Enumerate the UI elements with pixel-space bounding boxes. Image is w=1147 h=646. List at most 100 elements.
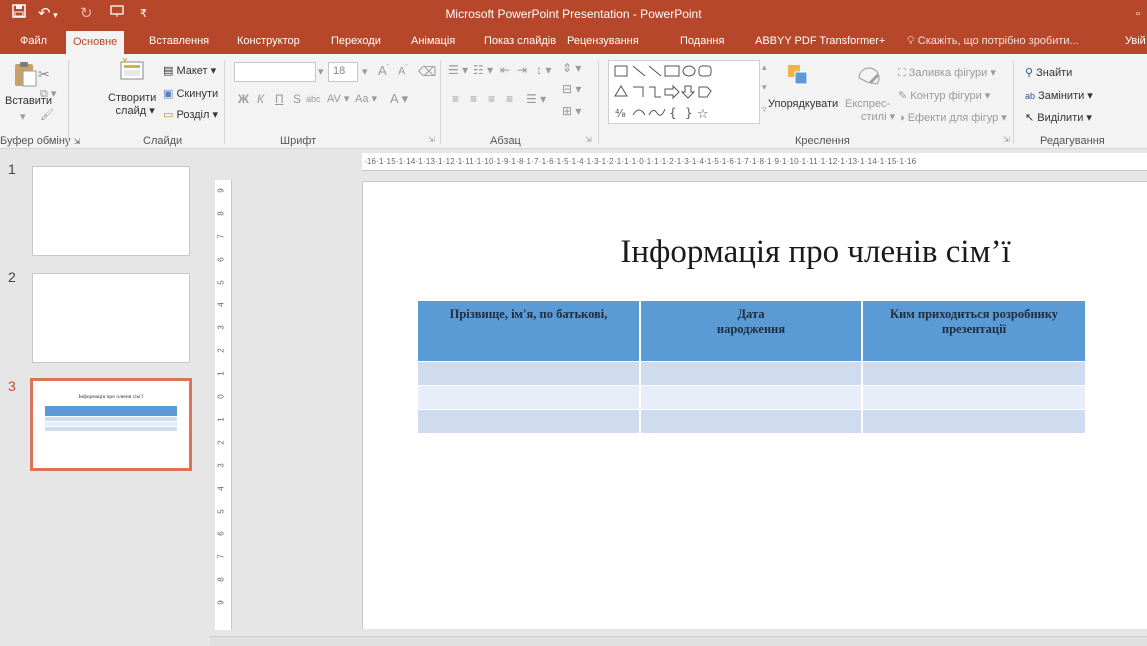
slide-thumbnail-1[interactable]: [32, 166, 190, 256]
align-right-icon[interactable]: ≡: [488, 92, 495, 106]
align-center-icon[interactable]: ≡: [470, 92, 477, 106]
arrange-icon[interactable]: [785, 62, 811, 90]
columns-icon[interactable]: ☰ ▾: [526, 92, 546, 106]
table-row: [418, 384, 1085, 409]
vertical-ruler-number: 6: [216, 256, 226, 262]
horizontal-ruler: ·16·1·15·1·14·1·13·1·12·1·11·1·10·1·9·1·…: [362, 153, 1147, 171]
table-cell[interactable]: [418, 408, 641, 433]
svg-text:☆: ☆: [697, 107, 709, 122]
tab-home[interactable]: Основне: [66, 31, 125, 54]
shapes-more-icon[interactable]: ▿: [762, 104, 767, 115]
numbering-icon[interactable]: ☷ ▾: [473, 63, 493, 77]
shape-outline-label: Контур фігури: [910, 90, 982, 102]
tab-abbyy[interactable]: ABBYY PDF Transformer+: [755, 29, 885, 54]
font-dialog-launcher-icon[interactable]: ⇲: [428, 135, 435, 144]
italic-button[interactable]: К: [257, 92, 264, 106]
cut-icon[interactable]: ✂: [38, 66, 50, 83]
table-cell[interactable]: [862, 360, 1085, 385]
font-name-dropdown-icon[interactable]: ▾: [318, 65, 324, 78]
tab-animations[interactable]: Анімація: [411, 29, 455, 54]
font-size-combo[interactable]: 18: [328, 62, 358, 82]
clear-formatting-icon[interactable]: ⌫: [418, 64, 436, 80]
tab-insert[interactable]: Вставлення: [149, 29, 209, 54]
table-cell[interactable]: [862, 408, 1085, 433]
table-cell[interactable]: [418, 360, 641, 385]
paste-dropdown-icon[interactable]: ▾: [20, 110, 26, 123]
decrease-indent-icon[interactable]: ⇤: [500, 63, 510, 77]
table-cell[interactable]: [640, 384, 863, 409]
vertical-ruler-number: 8: [216, 577, 226, 582]
table-cell[interactable]: [640, 360, 863, 385]
tab-design[interactable]: Конструктор: [237, 29, 300, 54]
justify-icon[interactable]: ≡: [506, 92, 513, 106]
smartart-icon[interactable]: ⊞ ▾: [562, 104, 581, 118]
find-button[interactable]: ⚲ Знайти: [1025, 66, 1072, 79]
paste-icon[interactable]: [12, 60, 38, 88]
sign-in-link[interactable]: Увій: [1125, 29, 1146, 54]
format-painter-icon[interactable]: 🖌︎: [40, 108, 54, 121]
line-spacing-icon[interactable]: ↕ ▾: [536, 63, 551, 77]
table-header-cell[interactable]: Дата народження: [640, 301, 863, 361]
section-button[interactable]: ▭ Розділ ▾: [163, 108, 218, 121]
copy-icon[interactable]: ⧉ ▾: [40, 87, 56, 101]
slide-title[interactable]: Інформація про членів сім’ї: [483, 234, 1147, 271]
align-left-icon[interactable]: ≡: [452, 92, 459, 106]
shapes-scroll-up-icon[interactable]: ▴: [762, 62, 767, 73]
new-slide-button[interactable]: Створити слайд ▾: [108, 92, 156, 117]
tab-transitions[interactable]: Переходи: [331, 29, 381, 54]
select-button[interactable]: ↖ Виділити ▾: [1025, 111, 1092, 124]
slide-thumbnail-2[interactable]: [32, 273, 190, 363]
slide-thumbnail-3[interactable]: Інформація про членів сім’ї: [30, 378, 192, 471]
table-header-row: Прізвище, ім'я, по батькові, Дата народж…: [418, 301, 1085, 361]
tab-review[interactable]: Рецензування: [567, 29, 639, 54]
layout-button[interactable]: ▤ Макет ▾: [163, 64, 216, 77]
svg-text:}: }: [685, 106, 693, 120]
drawing-dialog-launcher-icon[interactable]: ⇲: [1003, 135, 1010, 144]
tab-view[interactable]: Подання: [680, 29, 724, 54]
vertical-ruler-number: 3: [216, 463, 226, 468]
tell-me-box[interactable]: 💡︎ Скажіть, що потрібно зробити...: [907, 29, 1079, 54]
decrease-font-icon[interactable]: Aˇ: [398, 65, 408, 78]
window-title: Microsoft PowerPoint Presentation - Powe…: [445, 7, 702, 21]
underline-button[interactable]: П: [275, 92, 284, 106]
strikethrough-button[interactable]: S: [293, 92, 301, 106]
shapes-gallery[interactable]: ⁴⁄₈ { } ☆: [608, 60, 760, 124]
text-shadow-icon[interactable]: abc: [306, 94, 321, 104]
slide-canvas[interactable]: Інформація про членів сім’ї Прізвище, ім…: [362, 181, 1147, 629]
arrange-label[interactable]: Упорядкувати: [768, 98, 838, 110]
table-cell[interactable]: [862, 384, 1085, 409]
quick-styles-icon[interactable]: [855, 64, 881, 92]
layout-label: Макет: [176, 65, 208, 77]
group-slides-label: Слайди: [143, 135, 183, 147]
table-cell[interactable]: [418, 384, 641, 409]
ribbon-display-icon[interactable]: ▫: [1136, 4, 1140, 24]
reset-button[interactable]: ▣ Скинути: [163, 87, 218, 100]
text-direction-icon[interactable]: ⇕ ▾: [562, 61, 581, 75]
increase-indent-icon[interactable]: ⇥: [517, 63, 527, 77]
paragraph-dialog-launcher-icon[interactable]: ⇲: [585, 135, 592, 144]
table-cell[interactable]: [640, 408, 863, 433]
new-slide-icon[interactable]: [119, 56, 145, 84]
tab-slideshow[interactable]: Показ слайдів: [484, 29, 556, 54]
quick-styles-button[interactable]: Експрес- стилі ▾: [845, 98, 895, 124]
effects-icon: ◑: [898, 112, 905, 124]
character-spacing-icon[interactable]: AV ▾: [327, 92, 349, 105]
shape-outline-button[interactable]: ✎ Контур фігури ▾: [898, 89, 990, 102]
shape-effects-button[interactable]: ◑ Ефекти для фігур ▾: [898, 111, 1007, 124]
shape-fill-button[interactable]: ⛶ Заливка фігури ▾: [898, 66, 996, 80]
change-case-icon[interactable]: Aa ▾: [355, 92, 377, 105]
font-name-combo[interactable]: [234, 62, 316, 82]
data-table[interactable]: Прізвище, ім'я, по батькові, Дата народж…: [418, 301, 1085, 433]
table-header-cell[interactable]: Ким приходиться розробнику презентації: [862, 301, 1085, 361]
font-size-dropdown-icon[interactable]: ▾: [362, 65, 368, 78]
shapes-scroll-down-icon[interactable]: ▾: [762, 82, 767, 93]
section-icon: ▭: [163, 109, 174, 121]
align-text-icon[interactable]: ⊟ ▾: [562, 82, 581, 96]
replace-button[interactable]: ab Замінити ▾: [1025, 89, 1093, 102]
bullets-icon[interactable]: ☰ ▾: [448, 63, 468, 77]
font-color-icon[interactable]: A ▾: [390, 91, 408, 107]
table-header-cell[interactable]: Прізвище, ім'я, по батькові,: [418, 301, 641, 361]
tab-file[interactable]: Файл: [20, 29, 47, 54]
increase-font-icon[interactable]: Aˆ: [378, 63, 389, 78]
bold-button[interactable]: Ж: [238, 92, 249, 106]
